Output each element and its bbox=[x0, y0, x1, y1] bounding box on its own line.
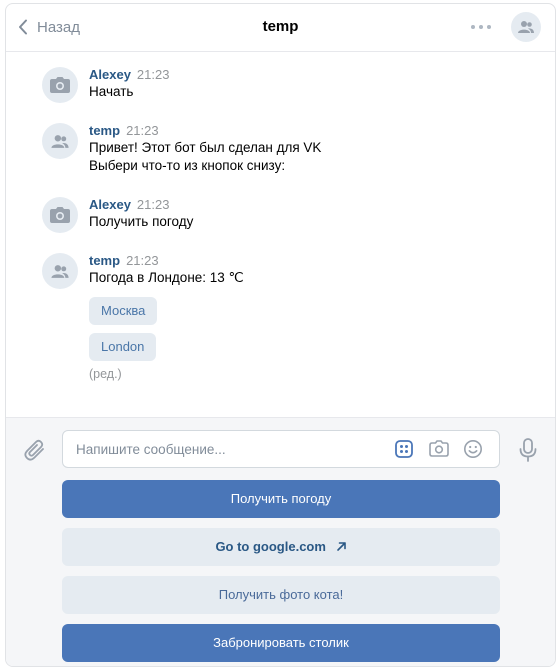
message-text: Погода в Лондоне: 13 ℃ bbox=[89, 270, 244, 285]
group-icon bbox=[51, 264, 69, 278]
keyboard-button-label: Go to google.com bbox=[215, 539, 326, 554]
inline-button-moscow[interactable]: Москва bbox=[89, 297, 158, 325]
more-button[interactable] bbox=[469, 19, 493, 35]
chat-avatar-button[interactable] bbox=[511, 12, 541, 42]
message-author[interactable]: temp bbox=[89, 253, 120, 268]
attach-button[interactable] bbox=[24, 438, 46, 467]
external-link-icon bbox=[336, 529, 347, 567]
keyboard-button-cat-photo[interactable]: Получить фото кота! bbox=[62, 576, 500, 614]
chat-header: Назад temp bbox=[6, 4, 555, 52]
emoji-button[interactable] bbox=[463, 439, 483, 459]
message-input-box bbox=[62, 430, 500, 468]
avatar[interactable] bbox=[42, 67, 78, 103]
keyboard-button-label: Получить фото кота! bbox=[218, 587, 344, 602]
avatar[interactable] bbox=[42, 197, 78, 233]
composer-area: Получить погоду Go to google.com Получит… bbox=[6, 417, 555, 666]
camera-icon bbox=[50, 207, 70, 223]
smile-icon bbox=[464, 440, 482, 458]
camera-icon bbox=[429, 440, 449, 457]
message-author[interactable]: Alexey bbox=[89, 197, 131, 212]
group-icon bbox=[51, 134, 69, 148]
message-time: 21:23 bbox=[126, 253, 159, 268]
keyboard-grid-icon bbox=[395, 440, 413, 458]
keyboard-button-label: Забронировать столик bbox=[213, 635, 349, 650]
message-time: 21:23 bbox=[136, 67, 170, 82]
chat-window: Назад temp Alexey 21:23 Начать temp 21:2… bbox=[5, 3, 556, 667]
voice-message-button[interactable] bbox=[519, 438, 537, 467]
message-text: Начать bbox=[89, 84, 134, 99]
keyboard-button-google-link[interactable]: Go to google.com bbox=[62, 528, 500, 566]
message-author[interactable]: Alexey bbox=[89, 67, 131, 82]
inline-button-london[interactable]: London bbox=[89, 333, 157, 361]
photo-button[interactable] bbox=[429, 439, 449, 459]
message-history: Alexey 21:23 Начать temp 21:23 Привет! Это… bbox=[6, 52, 555, 417]
more-dots-icon bbox=[471, 25, 491, 29]
keyboard-button-label: Получить погоду bbox=[230, 491, 332, 506]
message-input[interactable] bbox=[76, 431, 376, 467]
group-icon bbox=[518, 21, 534, 33]
message-time: 21:23 bbox=[136, 197, 170, 212]
message-author[interactable]: temp bbox=[89, 123, 120, 138]
edited-label: (ред.) bbox=[89, 367, 122, 381]
message-text: Получить погоду bbox=[89, 214, 194, 229]
keyboard-button-book-table[interactable]: Забронировать столик bbox=[62, 624, 500, 662]
message-time: 21:23 bbox=[126, 123, 159, 138]
inline-keyboard: Москва London bbox=[89, 297, 509, 369]
avatar[interactable] bbox=[42, 253, 78, 289]
keyboard-button-get-weather[interactable]: Получить погоду bbox=[62, 480, 500, 518]
keyboard-toggle-button[interactable] bbox=[394, 439, 414, 459]
microphone-icon bbox=[519, 438, 537, 462]
avatar[interactable] bbox=[42, 123, 78, 159]
message-text: Выбери что-то из кнопок снизу: bbox=[89, 158, 286, 173]
message-text: Привет! Этот бот был сделан для VK bbox=[89, 140, 322, 155]
paperclip-icon bbox=[24, 439, 44, 461]
camera-icon bbox=[50, 77, 70, 93]
